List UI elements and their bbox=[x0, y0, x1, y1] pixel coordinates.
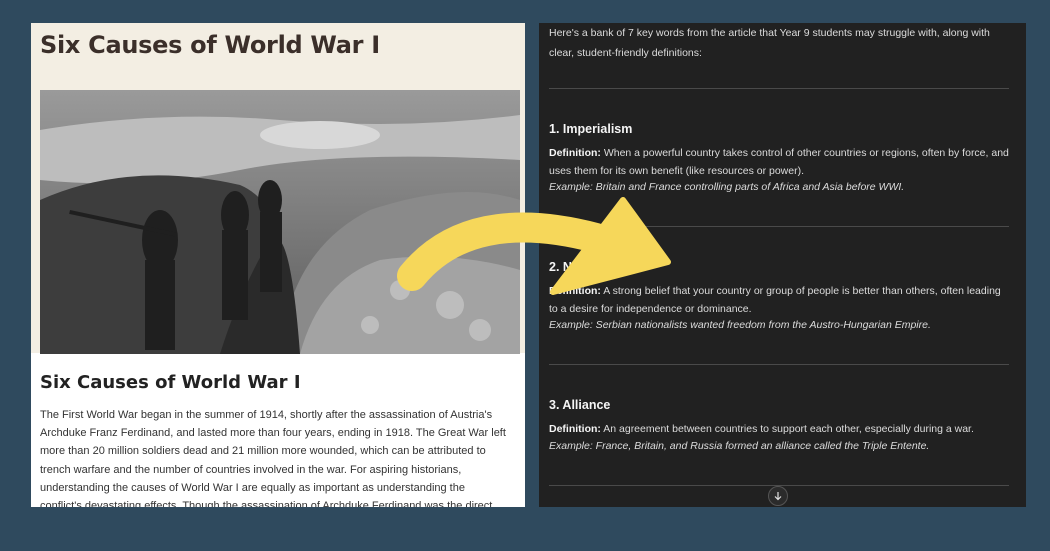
divider bbox=[549, 364, 1009, 365]
scroll-down-button[interactable] bbox=[768, 486, 788, 506]
term-definition-3: Definition: An agreement between countri… bbox=[549, 421, 1009, 439]
definition-label: Definition: bbox=[549, 423, 601, 435]
chat-intro: Here's a bank of 7 key words from the ar… bbox=[549, 27, 990, 59]
term-example-2: Example: Serbian nationalists wanted fre… bbox=[549, 319, 931, 331]
trench-photo bbox=[40, 90, 520, 354]
term-definition-1: Definition: When a powerful country take… bbox=[549, 145, 1009, 180]
term-heading-2: 2. N bbox=[549, 260, 572, 274]
arrow-down-icon bbox=[774, 492, 782, 501]
definition-text: A strong belief that your country or gro… bbox=[549, 285, 1001, 315]
term-definition-2: Definition: A strong belief that your co… bbox=[549, 283, 1009, 318]
term-example-1: Example: Britain and France controlling … bbox=[549, 181, 905, 193]
article-header-title: Six Causes of World War I bbox=[40, 31, 380, 59]
definition-label: Definition: bbox=[549, 147, 601, 159]
article-subtitle: Six Causes of World War I bbox=[40, 372, 301, 393]
chat-panel: Here's a bank of 7 key words from the ar… bbox=[539, 23, 1026, 507]
divider bbox=[549, 226, 1009, 227]
term-heading-1: 1. Imperialism bbox=[549, 122, 633, 136]
term-example-3: Example: France, Britain, and Russia for… bbox=[549, 440, 930, 452]
article-panel: Six Causes of World War I Six Causes of … bbox=[31, 23, 525, 507]
term-heading-3: 3. Alliance bbox=[549, 398, 611, 412]
divider bbox=[549, 88, 1009, 89]
definition-text: An agreement between countries to suppor… bbox=[603, 423, 974, 435]
definition-text: When a powerful country takes control of… bbox=[549, 147, 1009, 177]
definition-label: Definition: bbox=[549, 285, 601, 297]
article-body: The First World War began in the summer … bbox=[40, 409, 506, 507]
